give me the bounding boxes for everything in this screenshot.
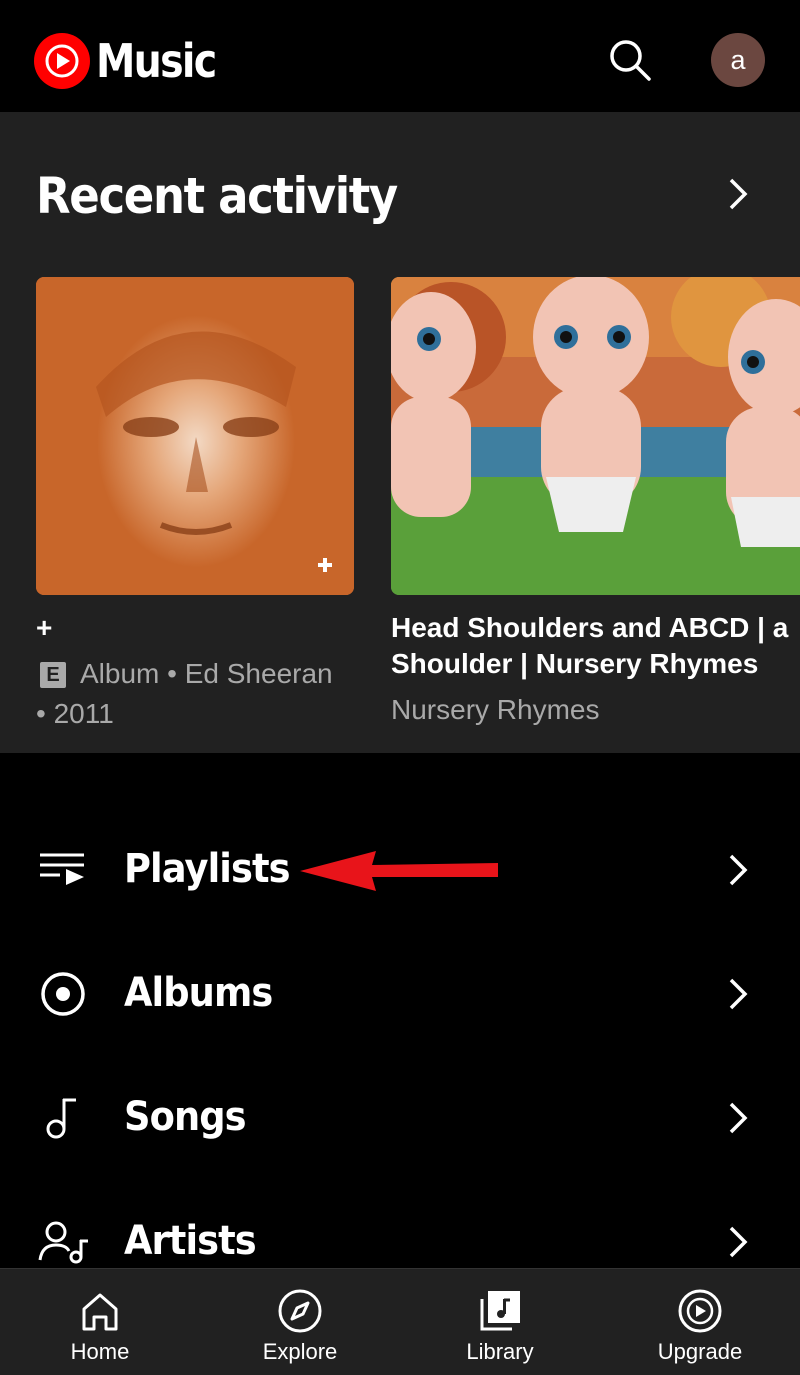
playlist-icon: [40, 853, 84, 885]
recent-activity-section: Recent activity + E Album • Ed Sheeran •…: [0, 112, 800, 753]
artist-icon: [38, 1221, 88, 1264]
video-channel: Nursery Rhymes: [391, 694, 600, 725]
video-thumbnail[interactable]: [391, 277, 800, 595]
section-title: Recent activity: [36, 167, 398, 225]
library-item-label: Songs: [124, 1094, 247, 1140]
library-item-albums[interactable]: Albums: [0, 932, 800, 1056]
search-icon[interactable]: [604, 34, 656, 86]
video-title-line-2[interactable]: Shoulder | Nursery Rhymes: [391, 646, 758, 682]
chevron-right-icon: [729, 1226, 748, 1258]
page: Music a Recent activity + E Album • Ed S…: [0, 0, 800, 1375]
bottom-navigation: Home Explore Library Upgrade: [0, 1268, 800, 1375]
library-item-label: Artists: [124, 1218, 257, 1264]
library-item-label: Albums: [124, 970, 273, 1016]
youtube-music-logo-icon: [34, 33, 90, 89]
library-item-label: Playlists: [124, 846, 291, 892]
album-art-portrait: [36, 277, 354, 595]
library-icon: [480, 1291, 520, 1331]
music-note-icon: [46, 1098, 76, 1139]
cartoon-babies-image: [391, 277, 800, 595]
library-item-songs[interactable]: Songs: [0, 1056, 800, 1180]
album-subtitle: E Album • Ed Sheeran: [40, 654, 360, 694]
album-cover[interactable]: [36, 277, 354, 595]
avatar[interactable]: a: [711, 33, 765, 87]
nav-home[interactable]: Home: [0, 1269, 200, 1375]
annotation-arrow-icon: [300, 851, 498, 891]
nav-upgrade[interactable]: Upgrade: [600, 1269, 800, 1375]
home-icon: [82, 1293, 118, 1331]
app-name: Music: [96, 34, 217, 88]
compass-icon: [278, 1289, 322, 1333]
video-title-line-1[interactable]: Head Shoulders and ABCD | a: [391, 610, 788, 646]
nav-label: Home: [70, 1339, 130, 1364]
chevron-right-icon: [729, 1102, 748, 1134]
nav-label: Upgrade: [657, 1339, 743, 1364]
chevron-right-icon: [729, 978, 748, 1010]
chevron-right-icon: [729, 854, 748, 886]
nav-library[interactable]: Library: [400, 1269, 600, 1375]
nav-label: Library: [466, 1339, 534, 1364]
upgrade-icon: [678, 1289, 722, 1333]
album-meta: Album • Ed Sheeran: [80, 658, 333, 689]
album-icon: [41, 972, 85, 1016]
app-logo[interactable]: Music: [34, 33, 235, 89]
explicit-badge: E: [40, 662, 66, 688]
album-title[interactable]: +: [36, 610, 52, 646]
nav-explore[interactable]: Explore: [200, 1269, 400, 1375]
top-bar: Music a: [0, 0, 800, 112]
chevron-right-icon[interactable]: [722, 174, 752, 214]
nav-label: Explore: [262, 1339, 338, 1364]
album-year: • 2011: [36, 698, 114, 729]
